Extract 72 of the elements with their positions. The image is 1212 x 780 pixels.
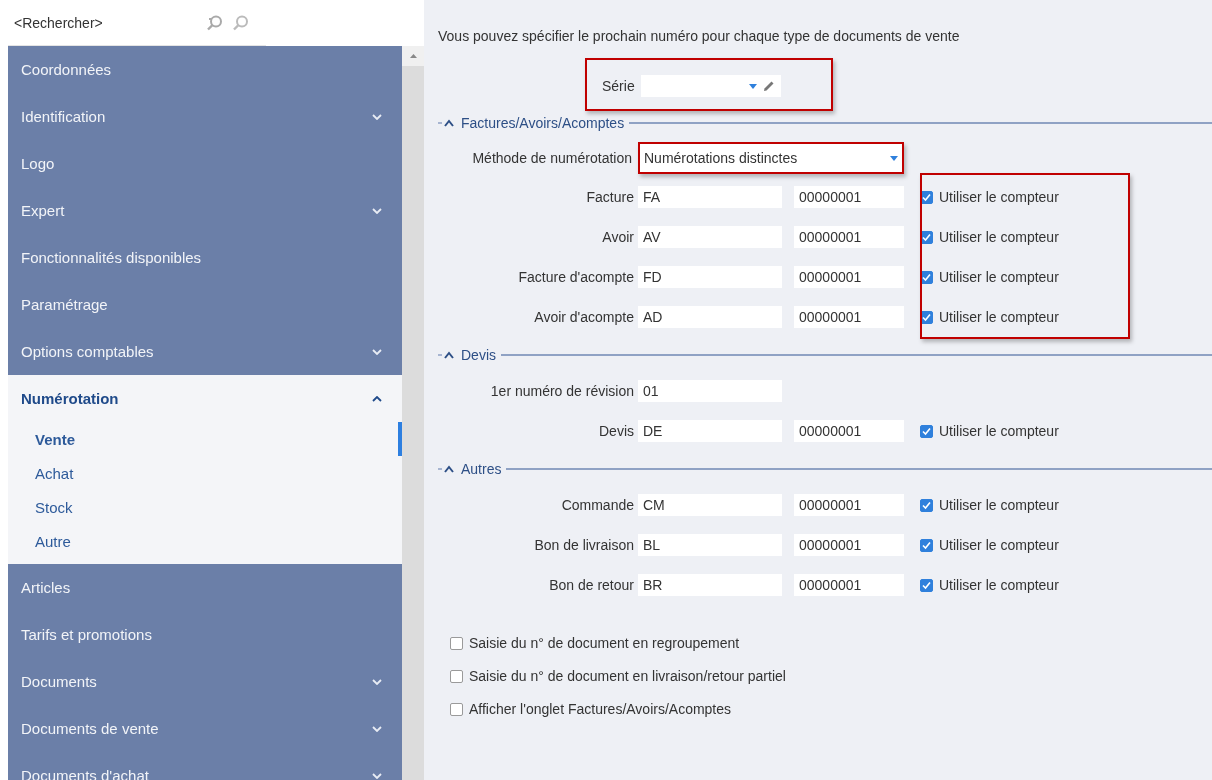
sidebar-subitem[interactable]: Vente [8,422,402,456]
number-field[interactable]: 00000001 [794,266,904,288]
checkbox-label: Utiliser le compteur [939,497,1059,513]
field-label: Commande [561,497,634,513]
checkbox-label: Utiliser le compteur [939,229,1059,245]
prefix-field[interactable]: DE [638,420,782,442]
number-field[interactable]: 00000001 [794,226,904,248]
checkbox-label: Utiliser le compteur [939,423,1059,439]
prefix-field[interactable]: BR [638,574,782,596]
collapse-toggle[interactable] [438,119,456,127]
caret-icon [890,155,898,161]
intro-text: Vous pouvez spécifier le prochain numéro pour chaque type de documents de vente [438,28,961,44]
input-field[interactable]: 01 [638,380,782,402]
checkbox[interactable] [450,636,463,650]
checkbox[interactable] [920,424,933,438]
checkbox-label: Utiliser le compteur [939,189,1059,205]
checkbox-label: Utiliser le compteur [939,309,1059,325]
field-label: Avoir [602,229,634,245]
prefix-field[interactable]: AV [638,226,782,248]
prefix-field[interactable]: FA [638,186,782,208]
field-label: Série [602,78,635,94]
sidebar-subitem[interactable]: Stock [8,490,402,524]
sidebar-subitem[interactable]: Achat [8,456,402,490]
field-label: Facture [586,189,634,205]
number-field[interactable]: 00000001 [794,534,904,556]
collapse-toggle[interactable] [438,465,456,473]
field-label: Devis [599,423,634,439]
search-icon[interactable] [206,13,224,32]
chevron-down-icon [372,207,382,214]
checkbox[interactable] [450,702,463,716]
field-label: Facture d'acompte [518,269,634,285]
section-title: Autres [461,461,502,477]
section-title: Devis [461,347,496,363]
sidebar-subitem[interactable]: Autre [8,524,402,558]
caret-icon [748,83,757,89]
checkbox-label: Saisie du n° de document en livraison/retour partiel [469,668,786,684]
checkbox[interactable] [920,498,933,512]
field-label: Avoir d'acompte [534,309,634,325]
chevron-down-icon [372,678,382,685]
field-label: 1er numéro de révision [490,383,634,399]
field-label: Méthode de numérotation [472,150,632,166]
number-field[interactable]: 00000001 [794,494,904,516]
checkbox-label: Utiliser le compteur [939,537,1059,553]
number-field[interactable]: 00000001 [794,420,904,442]
prefix-field[interactable]: AD [638,306,782,328]
checkbox-label: Utiliser le compteur [939,269,1059,285]
checkbox-label: Utiliser le compteur [939,577,1059,593]
checkbox[interactable] [450,669,463,683]
prefix-field[interactable]: BL [638,534,782,556]
field-label: Bon de retour [549,577,634,593]
scrollbar[interactable] [402,46,424,780]
prefix-field[interactable]: FD [638,266,782,288]
pencil-icon[interactable] [762,80,775,92]
chevron-down-icon [372,725,382,732]
chevron-down-icon [372,348,382,355]
sidebar-item[interactable]: Numérotation [8,375,402,422]
method-dropdown[interactable]: Numérotations distinctes [638,142,904,174]
checkbox[interactable] [920,578,933,592]
number-field[interactable]: 00000001 [794,574,904,596]
arrow-up-icon[interactable] [409,54,417,58]
checkbox-label: Saisie du n° de document en regroupement [469,635,740,651]
checkbox[interactable] [920,538,933,552]
section-title: Factures/Avoirs/Acomptes [461,115,625,131]
number-field[interactable]: 00000001 [794,186,904,208]
collapse-toggle[interactable] [438,351,456,359]
chevron-down-icon [372,772,382,779]
field-label: Bon de livraison [534,537,634,553]
prefix-field[interactable]: CM [638,494,782,516]
chevron-up-icon [372,395,382,402]
checkbox-label: Afficher l'onglet Factures/Avoirs/Acomptes [469,701,732,717]
chevron-down-icon [372,113,382,120]
number-field[interactable]: 00000001 [794,306,904,328]
